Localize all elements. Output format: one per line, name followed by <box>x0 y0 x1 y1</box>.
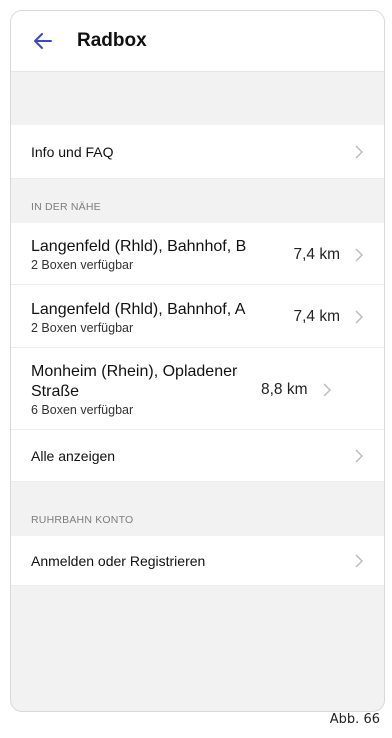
chevron-right-icon <box>355 247 364 262</box>
station-texts: Langenfeld (Rhld), Bahnhof, A 2 Boxen ve… <box>31 300 293 335</box>
app-bar: Radbox <box>11 11 384 72</box>
info-faq-row[interactable]: Info und FAQ <box>11 125 384 179</box>
nearby-section-header: IN DER NÄHE <box>31 201 101 213</box>
station-distance: 7,4 km <box>293 245 340 263</box>
chevron-right-icon <box>355 144 364 159</box>
show-all-row[interactable]: Alle anzeigen <box>11 430 384 482</box>
phone-screen: Radbox Info und FAQ IN DER NÄHE Langenfe… <box>10 10 385 712</box>
station-row[interactable]: Langenfeld (Rhld), Bahnhof, B 2 Boxen ve… <box>11 223 384 285</box>
station-texts: Langenfeld (Rhld), Bahnhof, B 2 Boxen ve… <box>31 237 293 272</box>
station-name: Monheim (Rhein), Opladener Straße <box>31 363 238 400</box>
chevron-right-icon <box>355 448 364 463</box>
chevron-right-icon <box>322 382 331 397</box>
station-availability: 2 Boxen verfügbar <box>31 258 134 272</box>
page-title: Radbox <box>77 30 147 51</box>
login-register-label: Anmelden oder Registrieren <box>31 552 206 569</box>
station-texts: Monheim (Rhein), Opladener Straße 6 Boxe… <box>31 362 261 417</box>
chevron-right-icon <box>355 310 364 324</box>
station-availability: 2 Boxen verfügbar <box>31 320 134 335</box>
figure-caption: Abb. 66 <box>329 712 380 727</box>
station-row[interactable]: Langenfeld (Rhld), Bahnhof, A 2 Boxen ve… <box>11 285 384 348</box>
info-faq-label: Info und FAQ <box>31 143 114 160</box>
login-register-row[interactable]: Anmelden oder Registrieren <box>11 536 384 586</box>
station-distance: 8,8 km <box>261 380 308 398</box>
account-section-header: RUHRBAHN KONTO <box>31 514 134 526</box>
back-arrow-icon[interactable] <box>33 31 53 51</box>
station-availability: 6 Boxen verfügbar <box>31 403 134 417</box>
chevron-right-icon <box>355 553 364 568</box>
station-name: Langenfeld (Rhld), Bahnhof, B <box>31 238 247 255</box>
station-name: Langenfeld (Rhld), Bahnhof, A <box>31 300 246 318</box>
show-all-label: Alle anzeigen <box>31 447 116 464</box>
station-distance: 7,4 km <box>293 308 340 325</box>
station-row[interactable]: Monheim (Rhein), Opladener Straße 6 Boxe… <box>11 348 384 430</box>
